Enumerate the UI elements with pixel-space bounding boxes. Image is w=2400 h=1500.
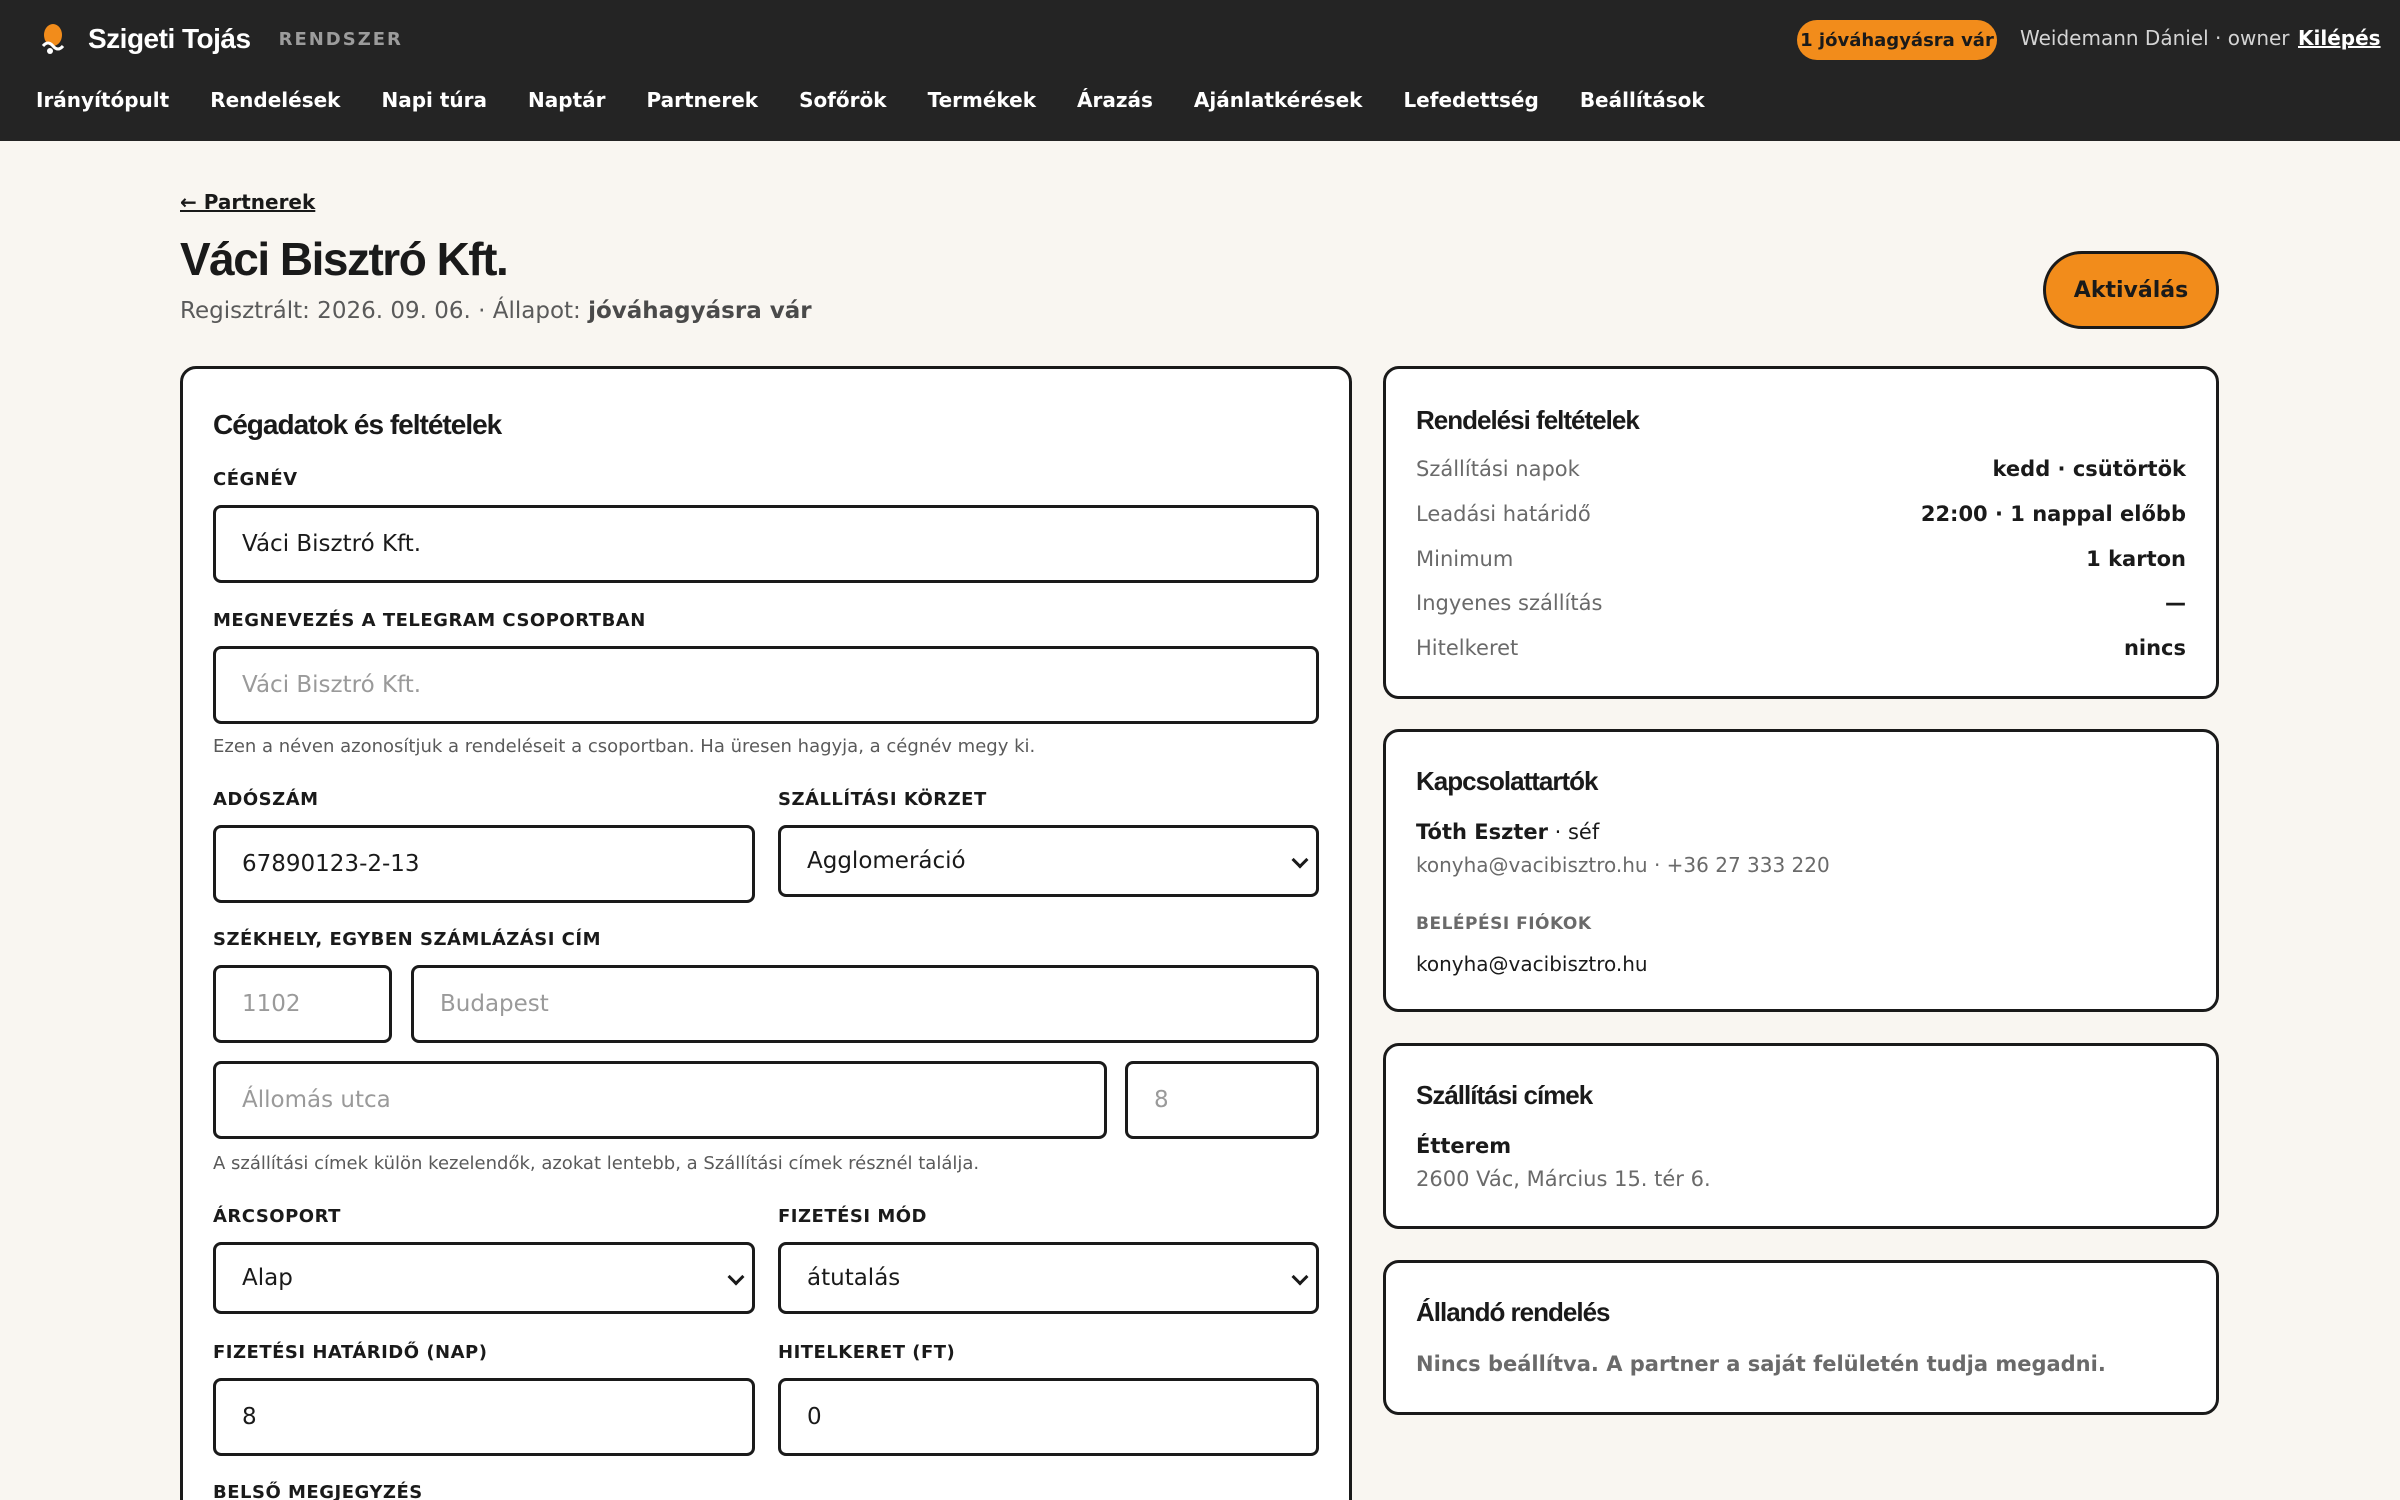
delivery-zone-select[interactable]: Agglomeráció xyxy=(778,825,1319,897)
payment-method-label: FIZETÉSI MÓD xyxy=(778,1206,927,1227)
company-name-label: CÉGNÉV xyxy=(213,469,298,490)
internal-note-label: BELSŐ MEGJEGYZÉS xyxy=(213,1482,423,1500)
contacts-card: Kapcsolattartók Tóth Eszter · séf konyha… xyxy=(1383,729,2219,1012)
chevron-down-icon xyxy=(1291,851,1309,869)
nav-item-coverage[interactable]: Lefedettség xyxy=(1403,88,1538,112)
nav-item-quote-requests[interactable]: Ajánlatkérések xyxy=(1194,88,1363,112)
terms-value: 22:00 · 1 nappal előbb xyxy=(1920,502,2186,526)
brand-name: Szigeti Tojás xyxy=(88,23,251,54)
nav-item-drivers[interactable]: Sofőrök xyxy=(799,88,887,112)
nav-item-dashboard[interactable]: Irányítópult xyxy=(36,88,169,112)
terms-key: Szállítási napok xyxy=(1416,457,1580,481)
payment-method-value: átutalás xyxy=(807,1265,901,1291)
nav-item-daily-tour[interactable]: Napi túra xyxy=(381,88,487,112)
contact-role: · séf xyxy=(1547,820,1600,844)
price-group-label: ÁRCSOPORT xyxy=(213,1206,341,1227)
delivery-zone-value: Agglomeráció xyxy=(807,848,966,874)
delivery-zone-label: SZÁLLÍTÁSI KÖRZET xyxy=(778,789,987,810)
terms-value: 1 karton xyxy=(2086,547,2186,571)
order-terms-title: Rendelési feltételek xyxy=(1416,405,1640,435)
street-input[interactable]: Állomás utca xyxy=(213,1061,1107,1139)
credit-limit-label: HITELKERET (FT) xyxy=(778,1342,956,1363)
terms-key: Ingyenes szállítás xyxy=(1416,591,1603,615)
tax-number-label: ADÓSZÁM xyxy=(213,789,319,810)
brand[interactable]: Szigeti Tojás RENDSZER xyxy=(36,20,403,58)
telegram-help-text: Ezen a néven azonosítjuk a rendeléseit a… xyxy=(213,736,1036,757)
company-details-card: Cégadatok és feltételek CÉGNÉV Váci Bisz… xyxy=(180,366,1352,1500)
standing-order-title: Állandó rendelés xyxy=(1416,1297,1610,1327)
nav-item-calendar[interactable]: Naptár xyxy=(528,88,605,112)
nav-item-partners[interactable]: Partnerek xyxy=(647,88,759,112)
standing-order-text: Nincs beállítva. A partner a saját felül… xyxy=(1416,1352,2106,1376)
payment-deadline-label: FIZETÉSI HATÁRIDŐ (NAP) xyxy=(213,1342,488,1363)
city-input[interactable]: Budapest xyxy=(411,965,1319,1043)
price-group-select[interactable]: Alap xyxy=(213,1242,755,1314)
credit-limit-input[interactable]: 0 xyxy=(778,1378,1319,1456)
activate-button[interactable]: Aktiválás xyxy=(2043,251,2219,329)
registration-text: Regisztrált: 2026. 09. 06. · Állapot: xyxy=(180,298,589,324)
main-nav: Irányítópult Rendelések Napi túra Naptár… xyxy=(36,88,1746,112)
order-terms-card: Rendelési feltételek Szállítási napok ke… xyxy=(1383,366,2219,699)
contacts-title: Kapcsolattartók xyxy=(1416,766,1598,796)
egg-logo-icon xyxy=(36,22,70,56)
contact-name: Tóth Eszter xyxy=(1416,820,1548,844)
terms-row: Leadási határidő 22:00 · 1 nappal előbb xyxy=(1416,502,2186,532)
login-accounts-label: BELÉPÉSI FIÓKOK xyxy=(1416,914,1592,934)
telegram-name-input[interactable]: Váci Bisztró Kft. xyxy=(213,646,1319,724)
nav-item-products[interactable]: Termékek xyxy=(928,88,1036,112)
terms-row: Ingyenes szállítás — xyxy=(1416,591,2186,621)
contact-person: Tóth Eszter · séf xyxy=(1416,820,1599,844)
nav-item-orders[interactable]: Rendelések xyxy=(210,88,340,112)
telegram-name-label: MEGNEVEZÉS A TELEGRAM CSOPORTBAN xyxy=(213,610,646,631)
page-title: Váci Bisztró Kft. xyxy=(180,233,509,285)
terms-key: Hitelkeret xyxy=(1416,636,1519,660)
shipping-address-line: 2600 Vác, Március 15. tér 6. xyxy=(1416,1167,1711,1191)
address-help-text: A szállítási címek külön kezelendők, azo… xyxy=(213,1153,980,1174)
house-number-input[interactable]: 8 xyxy=(1125,1061,1319,1139)
contact-details: konyha@vacibisztro.hu · +36 27 333 220 xyxy=(1416,853,1830,877)
chevron-down-icon xyxy=(1291,1268,1309,1286)
company-card-title: Cégadatok és feltételek xyxy=(213,409,502,440)
terms-key: Minimum xyxy=(1416,547,1514,571)
terms-row: Minimum 1 karton xyxy=(1416,547,2186,577)
tax-number-input[interactable]: 67890123-2-13 xyxy=(213,825,755,903)
terms-value: kedd · csütörtök xyxy=(1992,457,2186,481)
back-to-partners-link[interactable]: ← Partnerek xyxy=(180,190,315,214)
shipping-address-name: Étterem xyxy=(1416,1134,1512,1158)
price-group-value: Alap xyxy=(242,1265,293,1291)
registration-status: Regisztrált: 2026. 09. 06. · Állapot: jó… xyxy=(180,298,812,324)
status-value: jóváhagyásra vár xyxy=(588,298,812,324)
terms-row: Szállítási napok kedd · csütörtök xyxy=(1416,457,2186,487)
zip-input[interactable]: 1102 xyxy=(213,965,392,1043)
logout-link[interactable]: Kilépés xyxy=(2298,26,2381,50)
chevron-down-icon xyxy=(727,1268,745,1286)
terms-row: Hitelkeret nincs xyxy=(1416,636,2186,666)
user-info: Weidemann Dániel · owner xyxy=(2020,26,2290,50)
nav-item-settings[interactable]: Beállítások xyxy=(1580,88,1705,112)
shipping-addresses-card: Szállítási címek Étterem 2600 Vác, Márci… xyxy=(1383,1043,2219,1229)
brand-subtitle: RENDSZER xyxy=(278,28,403,50)
billing-address-label: SZÉKHELY, EGYBEN SZÁMLÁZÁSI CÍM xyxy=(213,929,601,950)
payment-deadline-input[interactable]: 8 xyxy=(213,1378,755,1456)
payment-method-select[interactable]: átutalás xyxy=(778,1242,1319,1314)
pending-approval-badge[interactable]: 1 jóváhagyásra vár xyxy=(1797,20,1997,60)
login-account-email: konyha@vacibisztro.hu xyxy=(1416,952,1648,976)
terms-value: nincs xyxy=(2123,636,2186,660)
terms-key: Leadási határidő xyxy=(1416,502,1591,526)
terms-value: — xyxy=(2165,591,2186,615)
nav-item-pricing[interactable]: Árazás xyxy=(1077,88,1153,112)
top-bar: Szigeti Tojás RENDSZER 1 jóváhagyásra vá… xyxy=(0,0,2400,141)
shipping-title: Szállítási címek xyxy=(1416,1080,1593,1110)
standing-order-card: Állandó rendelés Nincs beállítva. A part… xyxy=(1383,1260,2219,1415)
company-name-input[interactable]: Váci Bisztró Kft. xyxy=(213,505,1319,583)
